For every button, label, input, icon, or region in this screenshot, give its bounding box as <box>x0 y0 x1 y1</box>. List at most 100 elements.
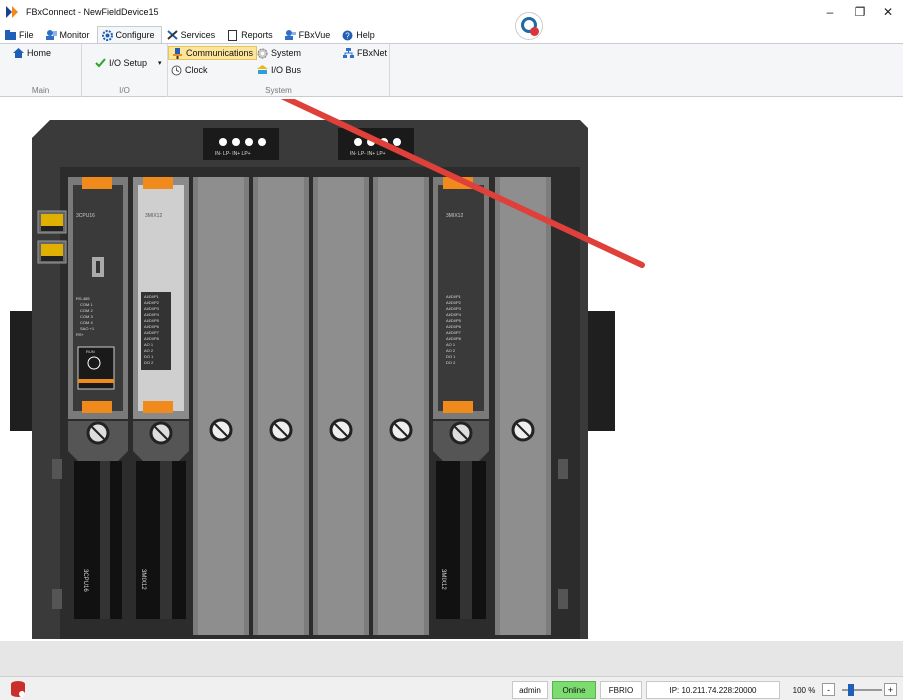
ribbon: Home Main I/O Setup ▾ I/O Communications… <box>0 43 903 97</box>
run-label: RUN <box>86 349 95 354</box>
system-gear-icon <box>257 48 268 59</box>
zoom-level: 100 % <box>792 685 816 695</box>
help-icon: ? <box>342 30 353 41</box>
channel-label: AI/DI/P3 <box>446 306 462 311</box>
tab-monitor[interactable]: Monitor <box>41 26 97 43</box>
ethernet-port-1[interactable] <box>37 210 67 234</box>
port-label: COM 1 <box>80 302 93 307</box>
fbxnet-label: FBxNet <box>357 48 388 58</box>
tab-fbxvue[interactable]: FBxVue <box>280 26 338 43</box>
rack-view: IN- LP- IN+ LP+ IN- LP- IN+ LP+ 3CPU16 R… <box>10 99 903 641</box>
communications-button[interactable]: Communications <box>168 46 258 60</box>
tab-file[interactable]: File <box>0 26 41 43</box>
port-label: COM 3 <box>80 314 93 319</box>
io-bus-label: I/O Bus <box>271 65 302 75</box>
channel-label: AO 1 <box>446 342 456 347</box>
system-button[interactable]: System <box>254 46 304 60</box>
ethernet-port-2[interactable] <box>37 240 67 264</box>
monitor-icon <box>45 30 57 40</box>
tab-label: Configure <box>115 30 155 40</box>
database-icon <box>10 680 26 700</box>
connector-pin-labels: IN- LP- IN+ LP+ <box>350 151 386 157</box>
module-name: 3MIX12 <box>145 213 162 219</box>
app-logo-icon <box>6 5 20 19</box>
zoom-slider-thumb[interactable] <box>848 684 854 696</box>
clock-button[interactable]: Clock <box>168 63 211 77</box>
channel-label: DO 1 <box>144 354 154 359</box>
channel-label: DO 2 <box>446 360 456 365</box>
channel-label: AI/DI/P4 <box>446 312 462 317</box>
tab-reports[interactable]: Reports <box>222 26 280 43</box>
tab-configure[interactable]: Configure <box>96 26 162 43</box>
terminal-label: 3MIX12 <box>440 569 446 590</box>
io-setup-button[interactable]: I/O Setup ▾ <box>92 56 165 70</box>
status-bar: admin Online FBRIO IP: 10.211.74.228:200… <box>0 676 903 700</box>
zoom-in-button[interactable]: + <box>884 683 897 696</box>
connector-1: IN- LP- IN+ LP+ <box>203 128 279 160</box>
home-label: Home <box>27 48 52 58</box>
tab-label: Help <box>356 30 375 40</box>
channel-label: AI/DI/P1 <box>144 294 160 299</box>
group-label-system: System <box>265 86 292 95</box>
zoom-out-button[interactable]: - <box>822 683 835 696</box>
home-icon <box>13 48 24 58</box>
menu-bar: File Monitor Configure Services Reports … <box>0 26 903 43</box>
terminal-label: 3MIX12 <box>140 569 146 590</box>
terminal-block-1: 3CPU16 <box>68 421 128 619</box>
channel-label: AI/DI/P2 <box>144 300 160 305</box>
terminal-block-2: 3MIX12 <box>133 421 189 619</box>
channel-label: DO 1 <box>446 354 456 359</box>
channel-label: AI/DI/P5 <box>144 318 160 323</box>
folder-icon <box>5 30 16 40</box>
ribbon-group-main: Home Main <box>0 44 82 97</box>
user-icon <box>284 30 296 40</box>
io-bus-button[interactable]: I/O Bus <box>254 63 304 77</box>
module-mix-2[interactable]: 3MIX12 AI/DI/P1 AI/DI/P2 AI/DI/P3 AI/DI/… <box>433 177 489 419</box>
latch-right-top <box>558 459 568 479</box>
communications-icon <box>172 48 183 59</box>
port-label: COM 2 <box>80 308 93 313</box>
status-ip: IP: 10.211.74.228:20000 <box>646 681 780 699</box>
channel-label: AO 2 <box>144 348 154 353</box>
terminal-block-3: 3MIX12 <box>433 421 489 619</box>
maximize-button[interactable]: ❐ <box>845 0 875 24</box>
channel-label: AI/DI/P6 <box>144 324 160 329</box>
tab-label: File <box>19 30 34 40</box>
gear-icon <box>101 30 113 41</box>
port-label: RS+ <box>76 332 85 337</box>
port-label: COM 4 <box>80 320 93 325</box>
dropdown-arrow-icon: ▾ <box>158 60 162 67</box>
tab-label: FBxVue <box>298 30 331 40</box>
channel-label: AI/DI/P5 <box>446 318 462 323</box>
port-label: RS-485 <box>76 296 90 301</box>
svg-text:?: ? <box>346 32 351 41</box>
channel-label: AI/DI/P8 <box>144 336 160 341</box>
footer-strip <box>0 641 903 676</box>
fbxnet-button[interactable]: FBxNet <box>340 46 390 60</box>
clock-label: Clock <box>185 65 208 75</box>
channel-label: AI/DI/P4 <box>144 312 160 317</box>
ribbon-group-system: Communications Clock System I/O Bus FBxN… <box>168 44 390 97</box>
tab-services[interactable]: Services <box>162 26 223 43</box>
network-icon <box>343 48 354 58</box>
ribbon-group-io: I/O Setup ▾ I/O <box>82 44 168 97</box>
connector-pin-labels: IN- LP- IN+ LP+ <box>215 151 251 157</box>
tab-help[interactable]: ? Help <box>337 26 382 43</box>
window-title: FBxConnect - NewFieldDevice15 <box>26 7 159 17</box>
io-bus-icon <box>257 65 268 75</box>
document-icon <box>227 30 238 41</box>
clock-icon <box>171 65 182 76</box>
channel-label: AO 1 <box>144 342 154 347</box>
right-bracket <box>585 311 615 431</box>
latch-right-bottom <box>558 589 568 609</box>
home-button[interactable]: Home <box>10 46 54 60</box>
tab-label: Reports <box>241 30 273 40</box>
close-button[interactable]: ✕ <box>873 0 903 24</box>
group-label-io: I/O <box>119 86 130 95</box>
status-device: FBRIO <box>600 681 642 699</box>
communications-label: Communications <box>186 48 254 58</box>
module-cpu[interactable]: 3CPU16 RS-485 COM 1 COM 2 COM 3 COM 4 SA… <box>68 177 128 419</box>
module-name: 3CPU16 <box>76 213 95 219</box>
minimize-button[interactable]: – <box>815 0 845 24</box>
module-mix-1[interactable]: 3MIX12 AI/DI/P1 AI/DI/P2 AI/DI/P3 AI/DI/… <box>133 177 189 419</box>
